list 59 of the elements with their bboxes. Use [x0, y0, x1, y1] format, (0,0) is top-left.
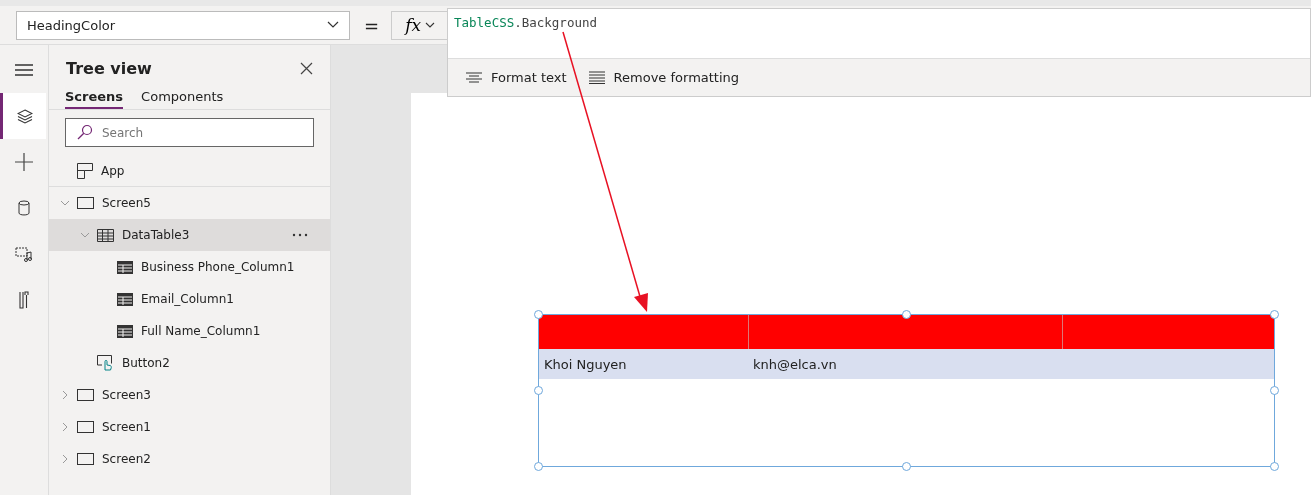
table-cell-text: Khoi Nguyen	[543, 355, 628, 374]
search-field[interactable]: Search	[65, 118, 314, 147]
format-text-button[interactable]: Format text	[458, 66, 575, 89]
screen-icon	[77, 453, 94, 465]
chevron-down-icon[interactable]	[80, 232, 90, 238]
more-options-icon[interactable]	[292, 233, 308, 237]
close-icon[interactable]	[300, 61, 313, 75]
resize-handle[interactable]	[534, 386, 543, 395]
screen-icon	[77, 197, 94, 209]
resize-handle[interactable]	[534, 462, 543, 471]
screen-icon	[77, 389, 94, 401]
tree-item[interactable]: Business Phone_Column1	[49, 251, 330, 283]
formula-text: TableCSS.Background	[453, 14, 598, 32]
rail-button[interactable]	[0, 93, 46, 139]
fx-button[interactable]: fx	[391, 10, 450, 40]
property-dropdown[interactable]: HeadingColor	[16, 10, 350, 40]
tree-item[interactable]: Button2	[49, 347, 330, 379]
layers-icon	[16, 108, 33, 124]
tree-item[interactable]: Screen3	[49, 379, 330, 411]
tree-item[interactable]: Screen2	[49, 443, 330, 475]
resize-handle[interactable]	[1270, 310, 1279, 319]
media-icon	[15, 246, 33, 262]
chevron-down-icon[interactable]	[60, 200, 70, 206]
tree-item[interactable]: Screen1	[49, 411, 330, 443]
pointer-icon	[97, 355, 114, 371]
column-icon	[117, 260, 133, 274]
tab[interactable]: Screens	[65, 89, 124, 109]
tree-item[interactable]: Email_Column1	[49, 283, 330, 315]
tab[interactable]: Components	[141, 89, 224, 109]
table-icon	[97, 228, 114, 242]
chevron-right-icon[interactable]	[62, 422, 68, 432]
chevron-right-icon[interactable]	[62, 390, 68, 400]
resize-handle[interactable]	[1270, 462, 1279, 471]
resize-handle[interactable]	[1270, 386, 1279, 395]
lines-icon	[588, 71, 605, 84]
table-cell-text: knh@elca.vn	[752, 355, 838, 374]
column-icon	[117, 324, 133, 338]
format-lines-icon	[466, 71, 482, 84]
remove-formatting-button[interactable]: Remove formatting	[580, 66, 748, 89]
resize-handle[interactable]	[534, 310, 543, 319]
tools-icon	[18, 291, 30, 309]
app-icon	[77, 162, 93, 179]
tree-item[interactable]: Full Name_Column1	[49, 315, 330, 347]
formula-editor[interactable]: TableCSS.Background Format text Remove formatting	[447, 8, 1311, 97]
equals-sign: =	[364, 14, 380, 36]
chevron-down-icon	[327, 21, 339, 29]
chevron-down-icon	[425, 22, 436, 28]
tree-item[interactable]: DataTable3	[49, 219, 330, 251]
chevron-right-icon[interactable]	[62, 454, 68, 464]
tree-item[interactable]: App	[49, 155, 330, 187]
screen-icon	[77, 421, 94, 433]
resize-handle[interactable]	[902, 310, 911, 319]
resize-handle[interactable]	[902, 462, 911, 471]
cylinder-icon	[18, 200, 30, 216]
plus-icon	[15, 153, 33, 171]
panel-title: Tree view	[66, 58, 152, 78]
menu-icon	[15, 64, 33, 76]
column-icon	[117, 292, 133, 306]
tree-item[interactable]: Screen5	[49, 187, 330, 219]
